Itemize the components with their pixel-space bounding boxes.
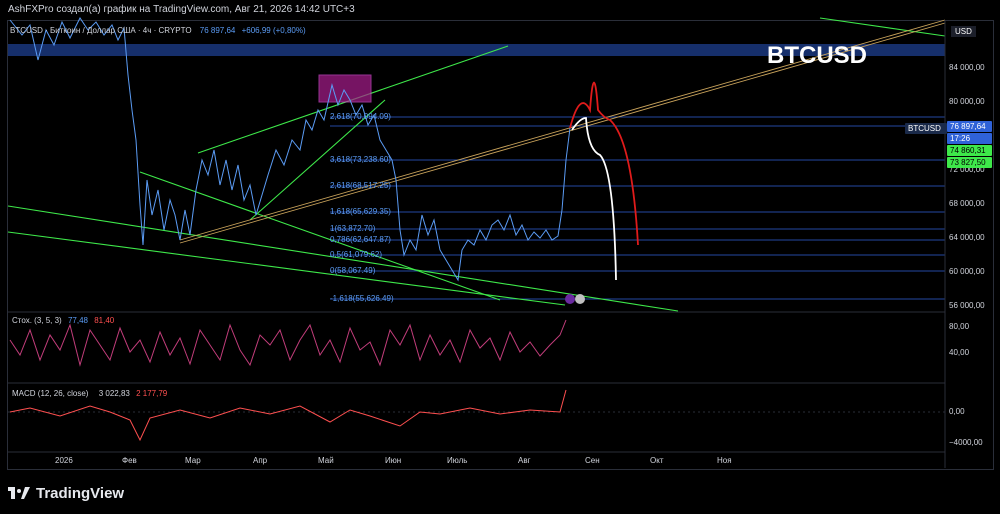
time-axis-label: Июль bbox=[447, 456, 468, 465]
level-a-tag: 74 860,31 bbox=[947, 145, 992, 156]
macd-v2: 2 177,79 bbox=[136, 389, 168, 398]
time-axis-label: Июн bbox=[385, 456, 402, 465]
price-line bbox=[9, 17, 571, 282]
fib-label: 2,618(70,094.09) bbox=[330, 112, 391, 121]
macd-axis-label: −4000,00 bbox=[949, 438, 983, 447]
fib-label: 1,618(65,629.35) bbox=[330, 207, 391, 216]
brand-logo[interactable]: TradingView bbox=[8, 485, 124, 502]
price-axis-label: 64 000,00 bbox=[949, 233, 985, 242]
highlight-box[interactable] bbox=[318, 74, 372, 103]
tradingview-logo-icon bbox=[8, 486, 30, 499]
time-axis-label: Ноя bbox=[717, 456, 732, 465]
stoch-title: Стох. (3, 5, 3) bbox=[12, 316, 62, 325]
symbol-tag: BTCUSD bbox=[905, 123, 947, 134]
macd-axis-label: 0,00 bbox=[949, 407, 965, 416]
stoch-legend[interactable]: Стох. (3, 5, 3) 77,48 81,40 bbox=[12, 316, 114, 325]
stoch-axis-label: 80,00 bbox=[949, 322, 970, 331]
level-b-tag: 73 827,50 bbox=[947, 157, 992, 168]
big-symbol-title: BTCUSD bbox=[767, 42, 867, 69]
symbol-legend-text: BTCUSD · Биткоин / Доллар США · 4ч · CRY… bbox=[10, 26, 192, 35]
price-axis-label: 80 000,00 bbox=[949, 97, 985, 106]
time-axis-label: Сен bbox=[585, 456, 600, 465]
fib-label: -1,618(55,626.49) bbox=[330, 294, 394, 303]
time-axis-label: Апр bbox=[253, 456, 268, 465]
chart-svg[interactable] bbox=[0, 0, 1000, 514]
time-axis-label: Авг bbox=[518, 456, 531, 465]
stoch-k: 77,48 bbox=[67, 316, 88, 325]
fib-label: 1(63,872.70) bbox=[330, 224, 376, 233]
current-price-tag: 76 897,64 bbox=[947, 121, 992, 132]
currency-label[interactable]: USD bbox=[951, 26, 976, 37]
stoch-axis-label: 40,00 bbox=[949, 348, 970, 357]
macd-title: MACD (12, 26, close) bbox=[12, 389, 89, 398]
price-axis-label: 84 000,00 bbox=[949, 63, 985, 72]
fib-label: 0,5(61,079.62) bbox=[330, 250, 383, 259]
price-axis-label: 68 000,00 bbox=[949, 199, 985, 208]
fib-label: 0,786(62,647.87) bbox=[330, 235, 391, 244]
symbol-price: 76 897,64 bbox=[199, 26, 236, 35]
fib-levels bbox=[330, 116, 945, 300]
macd-v1: 3 022,83 bbox=[98, 389, 130, 398]
symbol-change: +606,99 (+0,80%) bbox=[241, 26, 306, 35]
price-axis-label: 60 000,00 bbox=[949, 267, 985, 276]
price-axis-label: 56 000,00 bbox=[949, 301, 985, 310]
fib-label: 2,618(68,517.25) bbox=[330, 181, 391, 190]
time-axis-label: Фев bbox=[122, 456, 137, 465]
stoch-line bbox=[9, 319, 567, 367]
time-axis-label: Мар bbox=[185, 456, 201, 465]
projection-white bbox=[571, 117, 617, 281]
brand-name: TradingView bbox=[36, 485, 125, 502]
time-axis-label: Май bbox=[318, 456, 334, 465]
symbol-legend[interactable]: BTCUSD · Биткоин / Доллар США · 4ч · CRY… bbox=[10, 26, 306, 35]
stoch-d: 81,40 bbox=[94, 316, 115, 325]
event-icons[interactable] bbox=[565, 294, 585, 304]
fib-label: 0(58,067.49) bbox=[330, 266, 376, 275]
macd-legend[interactable]: MACD (12, 26, close) 3 022,83 2 177,79 bbox=[12, 389, 167, 398]
countdown-tag: 17:26 bbox=[947, 133, 992, 144]
time-axis-label: Окт bbox=[650, 456, 664, 465]
fib-label: 3,618(73,238.60) bbox=[330, 155, 391, 164]
time-axis-label: 2026 bbox=[55, 456, 73, 465]
